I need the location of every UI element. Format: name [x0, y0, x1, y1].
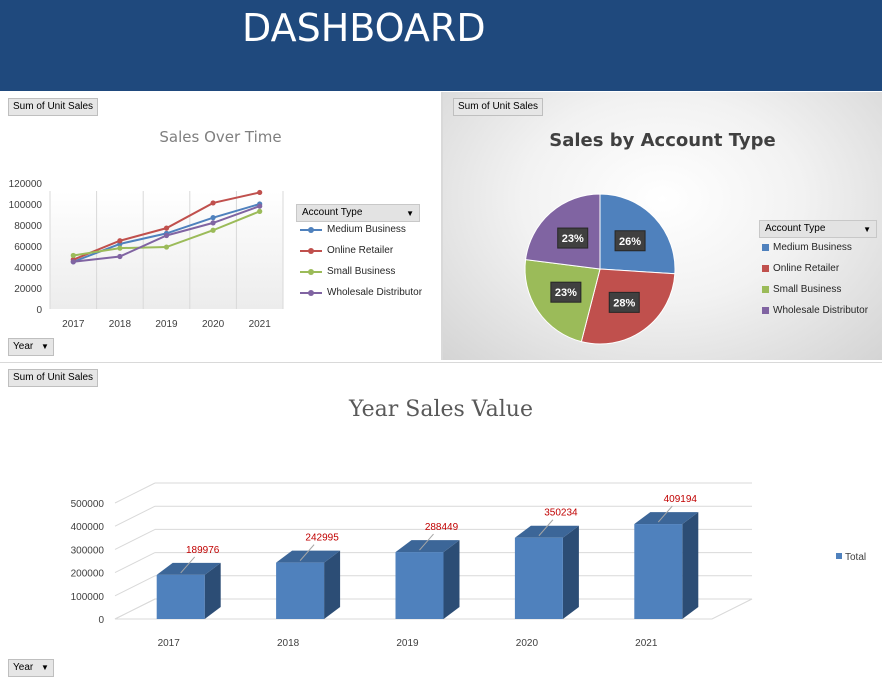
data-point — [257, 208, 263, 214]
year-filter-button[interactable]: Year ▼ — [8, 659, 54, 677]
bar-side — [324, 550, 341, 619]
dashboard-title: DASHBOARD — [242, 6, 486, 50]
y-tick-label: 100000 — [71, 592, 105, 603]
x-tick-label: 2018 — [109, 319, 132, 330]
legend-swatch — [762, 286, 769, 293]
chevron-down-icon: ▼ — [41, 342, 49, 351]
data-point — [70, 252, 76, 259]
data-point — [210, 215, 216, 221]
legend-label: Medium Business — [327, 224, 406, 235]
data-point — [163, 244, 170, 250]
y-tick-label: 120000 — [9, 179, 43, 190]
legend-label: Online Retailer — [327, 245, 394, 256]
data-label: 350234 — [544, 508, 578, 519]
bar-chart: 0 100000 200000 300000 400000 500000 189976 201… — [71, 482, 866, 649]
y-tick-label: 400000 — [71, 522, 105, 533]
x-tick-label: 2020 — [516, 638, 539, 649]
data-label: 409194 — [664, 494, 698, 505]
sales-over-time-panel: Sum of Unit Sales Sales Over Time 0 20000… — [0, 92, 443, 360]
x-tick-label: 2020 — [202, 319, 225, 330]
legend-label: Small Business — [327, 266, 396, 277]
x-tick-label: 2018 — [277, 638, 300, 649]
data-label: 26% — [619, 236, 641, 248]
side-gridline — [114, 482, 156, 504]
legend-label: Online Retailer — [773, 263, 840, 274]
account-type-legend-filter[interactable]: Account Type ▼ — [759, 220, 877, 238]
legend-swatch — [762, 244, 769, 251]
legend-marker — [308, 269, 314, 275]
chevron-down-icon: ▼ — [41, 663, 49, 672]
legend-label: Medium Business — [773, 242, 852, 253]
data-point — [117, 245, 123, 251]
data-label: 288449 — [425, 522, 459, 533]
side-gridline — [114, 575, 156, 597]
side-gridline — [114, 505, 156, 527]
data-point — [210, 220, 216, 226]
y-tick-label: 0 — [98, 615, 104, 626]
sales-by-account-type-panel: Sum of Unit Sales Sales by Account Type … — [443, 92, 882, 360]
bar-side — [562, 525, 579, 619]
legend-filter-label: Account Type — [302, 207, 363, 218]
legend-swatch — [762, 307, 769, 314]
y-tick-label: 80000 — [14, 221, 42, 232]
bar — [276, 562, 325, 619]
y-tick-label: 300000 — [71, 545, 105, 556]
data-point — [163, 232, 170, 239]
y-tick-label: 40000 — [14, 263, 42, 274]
y-tick-label: 100000 — [9, 200, 43, 211]
x-tick-label: 2019 — [155, 319, 178, 330]
bar — [156, 574, 205, 619]
year-filter-button[interactable]: Year ▼ — [8, 338, 54, 356]
y-tick-label: 0 — [36, 305, 42, 316]
data-label: 23% — [555, 287, 577, 299]
legend-marker — [308, 290, 314, 296]
x-tick-label: 2017 — [158, 638, 181, 649]
data-label: 189976 — [186, 545, 220, 556]
legend-label: Small Business — [773, 284, 842, 295]
account-type-legend-filter[interactable]: Account Type ▼ — [296, 204, 420, 222]
legend-swatch — [762, 265, 769, 272]
legend-label: Wholesale Distributor — [773, 305, 869, 316]
x-tick-label: 2019 — [396, 638, 419, 649]
data-point — [117, 253, 123, 260]
y-tick-label: 200000 — [71, 569, 105, 580]
legend-label: Total — [845, 552, 866, 563]
data-label: 242995 — [305, 533, 339, 544]
bar-side — [443, 540, 460, 619]
data-point — [163, 225, 170, 231]
bar — [514, 537, 563, 619]
data-label: 23% — [562, 233, 584, 245]
dashboard-header: DASHBOARD — [0, 0, 882, 91]
data-label: 28% — [613, 297, 635, 309]
bar-side — [682, 512, 699, 619]
data-point — [210, 227, 216, 233]
bar — [395, 552, 444, 619]
year-filter-label: Year — [13, 662, 34, 673]
x-tick-label: 2021 — [635, 638, 658, 649]
plot-area — [50, 191, 283, 309]
data-point — [117, 238, 123, 244]
year-sales-value-panel: Sum of Unit Sales Year Sales Value 0 1000… — [0, 362, 882, 683]
data-point — [210, 200, 216, 206]
y-tick-label: 500000 — [71, 499, 105, 510]
chevron-down-icon: ▼ — [406, 209, 414, 218]
legend-marker — [308, 248, 314, 254]
legend-marker — [308, 227, 314, 233]
bar — [634, 524, 683, 619]
x-tick-label: 2021 — [249, 319, 272, 330]
side-gridline — [114, 528, 156, 550]
data-point — [257, 203, 263, 209]
legend-filter-label: Account Type — [765, 223, 826, 234]
y-tick-label: 20000 — [14, 284, 42, 295]
legend-swatch — [836, 553, 842, 559]
year-filter-label: Year — [13, 341, 34, 352]
chevron-down-icon: ▼ — [863, 225, 871, 234]
y-tick-label: 60000 — [14, 242, 42, 253]
x-tick-label: 2017 — [62, 319, 85, 330]
data-point — [70, 259, 76, 265]
legend-label: Wholesale Distributor — [327, 287, 423, 298]
side-gridline — [114, 552, 156, 574]
data-point — [257, 189, 263, 196]
